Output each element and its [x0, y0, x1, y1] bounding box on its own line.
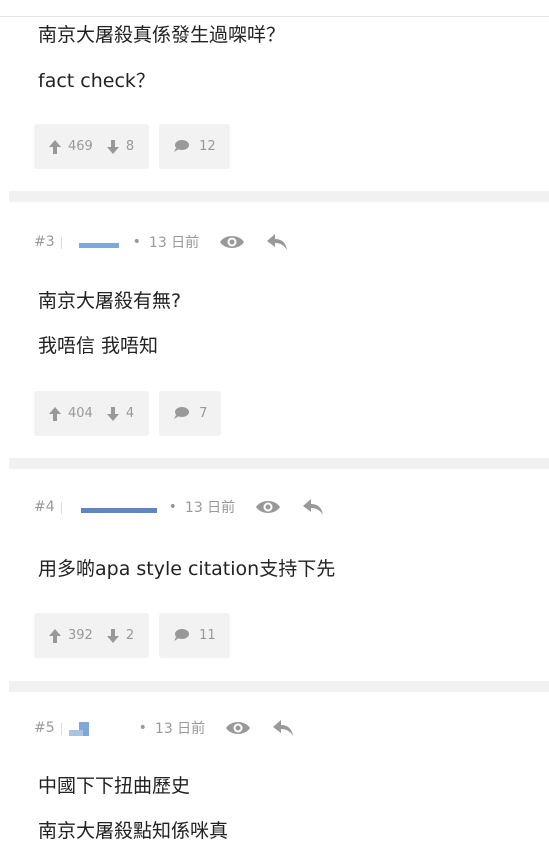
- vote-pill: 469 8: [34, 124, 150, 169]
- post-meta: #3 • 13 日前: [34, 230, 288, 254]
- post-divider: [9, 458, 549, 469]
- eye-icon[interactable]: [225, 720, 251, 736]
- post-age: 13 日前: [148, 235, 200, 251]
- reply-icon[interactable]: [273, 720, 294, 736]
- post-text-line: 用多啲apa style citation支持下先: [38, 558, 336, 580]
- post-text-line: 我唔信 我唔知: [38, 335, 159, 357]
- post-divider: [9, 681, 549, 692]
- post-meta: #5 • 13 日前: [34, 716, 294, 740]
- arrow-down-icon[interactable]: [106, 406, 119, 421]
- username[interactable]: [60, 499, 161, 515]
- eye-icon[interactable]: [219, 234, 245, 250]
- post-text-line: 南京大屠殺有無?: [38, 290, 182, 312]
- arrow-up-icon[interactable]: [49, 406, 61, 421]
- reply-icon[interactable]: [267, 234, 288, 250]
- post-text-line: 中國下下扭曲歷史: [38, 775, 191, 797]
- comments-button[interactable]: 12: [159, 124, 230, 169]
- vote-bar: 469 8 12: [34, 124, 230, 169]
- downvote-count: 4: [125, 406, 135, 421]
- upvote-count: 404: [68, 406, 93, 421]
- separator-dot: •: [132, 234, 141, 250]
- upvote-count: 469: [68, 139, 93, 154]
- downvote-count: 8: [125, 139, 135, 154]
- downvote-count: 2: [125, 628, 135, 643]
- speech-bubble-icon: [173, 140, 190, 153]
- post-number: #4: [34, 499, 55, 515]
- vote-pill: 392 2: [34, 613, 150, 658]
- post-text-line: 南京大屠殺真係發生過㗎咩？: [38, 24, 286, 46]
- post-age: 13 日前: [184, 500, 236, 516]
- vote-bar: 392 2 11: [34, 613, 230, 658]
- post-age: 13 日前: [154, 721, 206, 737]
- username[interactable]: [60, 720, 131, 736]
- arrow-up-icon[interactable]: [49, 628, 61, 643]
- arrow-up-icon[interactable]: [49, 139, 61, 154]
- arrow-down-icon[interactable]: [106, 628, 119, 643]
- speech-bubble-icon: [173, 629, 190, 642]
- top-border: [0, 16, 549, 17]
- username[interactable]: [60, 234, 125, 250]
- separator-dot: •: [138, 720, 147, 736]
- vote-pill: 404 4: [34, 391, 150, 436]
- upvote-count: 392: [68, 628, 93, 643]
- vote-bar: 404 4 7: [34, 391, 222, 436]
- post-divider: [9, 191, 549, 202]
- comment-count: 11: [199, 628, 216, 643]
- comments-button[interactable]: 7: [159, 391, 222, 436]
- post-text-line: 南京大屠殺點知係咪真: [38, 820, 229, 842]
- comments-button[interactable]: 11: [159, 613, 230, 658]
- post-text-line: fact check？: [38, 70, 155, 92]
- post-number: #5: [34, 720, 55, 736]
- comment-count: 7: [199, 406, 208, 421]
- comment-count: 12: [199, 139, 216, 154]
- reply-icon[interactable]: [303, 499, 324, 515]
- post-number: #3: [34, 234, 55, 250]
- arrow-down-icon[interactable]: [106, 139, 119, 154]
- post-meta: #4 • 13 日前: [34, 495, 324, 519]
- separator-dot: •: [168, 499, 177, 515]
- eye-icon[interactable]: [255, 499, 281, 515]
- speech-bubble-icon: [173, 407, 190, 420]
